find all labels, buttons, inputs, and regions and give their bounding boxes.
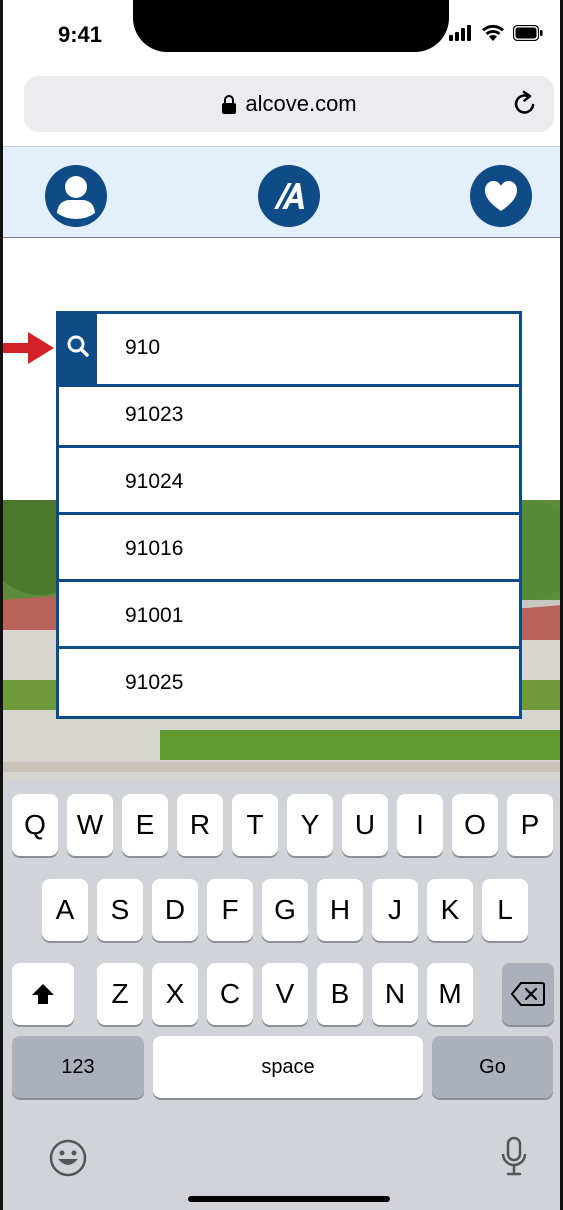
key-j[interactable]: J: [372, 879, 418, 941]
home-logo-button[interactable]: [258, 165, 320, 227]
key-u[interactable]: U: [342, 794, 388, 856]
emoji-icon[interactable]: [48, 1138, 88, 1178]
status-bar: 9:41: [0, 0, 563, 70]
favorites-button[interactable]: [470, 165, 532, 227]
pointer-arrow-icon: [0, 332, 54, 364]
key-l[interactable]: L: [482, 879, 528, 941]
key-z[interactable]: Z: [97, 963, 143, 1025]
key-h[interactable]: H: [317, 879, 363, 941]
profile-button[interactable]: [45, 165, 107, 227]
key-y[interactable]: Y: [287, 794, 333, 856]
cellular-signal-icon: [449, 25, 471, 41]
app-header: [0, 146, 563, 238]
microphone-icon[interactable]: [500, 1136, 528, 1178]
key-b[interactable]: B: [317, 963, 363, 1025]
key-f[interactable]: F: [207, 879, 253, 941]
suggestion-item[interactable]: 91024: [59, 451, 519, 515]
key-k[interactable]: K: [427, 879, 473, 941]
go-key[interactable]: Go: [432, 1036, 553, 1098]
delete-key[interactable]: [502, 963, 554, 1025]
key-x[interactable]: X: [152, 963, 198, 1025]
search-field-row[interactable]: 910: [59, 314, 519, 387]
address-bar[interactable]: alcove.com: [24, 76, 554, 132]
key-q[interactable]: Q: [12, 794, 58, 856]
phone-frame: 9:41 alcove.com 910 91023 91024 91016 91…: [0, 0, 563, 1210]
numbers-key[interactable]: 123: [12, 1036, 144, 1098]
search-button[interactable]: [59, 314, 97, 384]
frame-edge-left: [0, 0, 3, 1210]
status-icons: [449, 24, 543, 42]
key-s[interactable]: S: [97, 879, 143, 941]
home-indicator[interactable]: [188, 1196, 390, 1202]
zip-search-dropdown: 910 91023 91024 91016 91001 91025: [56, 311, 522, 719]
search-input[interactable]: 910: [125, 336, 160, 360]
device-notch: [133, 0, 449, 52]
suggestion-item[interactable]: 91016: [59, 518, 519, 582]
suggestion-item[interactable]: 91025: [59, 652, 519, 716]
key-w[interactable]: W: [67, 794, 113, 856]
key-n[interactable]: N: [372, 963, 418, 1025]
key-g[interactable]: G: [262, 879, 308, 941]
shift-key[interactable]: [12, 963, 74, 1025]
alcove-logo-icon: [274, 183, 304, 209]
key-d[interactable]: D: [152, 879, 198, 941]
suggestion-item[interactable]: 91001: [59, 585, 519, 649]
key-t[interactable]: T: [232, 794, 278, 856]
shift-icon: [32, 984, 54, 1004]
user-icon: [57, 176, 95, 219]
space-key[interactable]: space: [153, 1036, 423, 1098]
key-r[interactable]: R: [177, 794, 223, 856]
key-i[interactable]: I: [397, 794, 443, 856]
keyboard: Q W E R T Y U I O P A S D F G H J K L Z …: [0, 780, 563, 1210]
wifi-icon: [482, 24, 504, 41]
url-text: alcove.com: [245, 91, 357, 116]
backspace-icon: [511, 982, 545, 1006]
key-v[interactable]: V: [262, 963, 308, 1025]
key-e[interactable]: E: [122, 794, 168, 856]
key-c[interactable]: C: [207, 963, 253, 1025]
reload-icon[interactable]: [510, 89, 540, 119]
lock-icon: [222, 95, 237, 114]
key-a[interactable]: A: [42, 879, 88, 941]
status-time: 9:41: [58, 22, 103, 47]
key-o[interactable]: O: [452, 794, 498, 856]
battery-icon: [513, 25, 543, 41]
heart-icon: [485, 181, 517, 211]
suggestion-item[interactable]: 91023: [59, 384, 519, 448]
search-icon: [67, 335, 89, 357]
key-m[interactable]: M: [427, 963, 473, 1025]
url-display[interactable]: alcove.com: [24, 91, 554, 117]
key-p[interactable]: P: [507, 794, 553, 856]
